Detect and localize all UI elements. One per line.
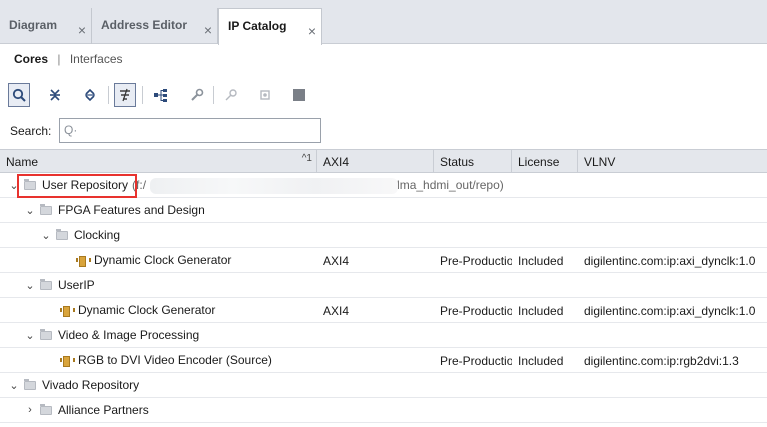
row-vlnv: digilentinc.com:ip:rgb2dvi:1.3 — [584, 354, 739, 368]
ip-core-icon — [76, 255, 91, 267]
search-toggle-button[interactable] — [8, 83, 30, 107]
row-name: Video & Image Processing — [58, 328, 200, 342]
search-label: Search: — [10, 124, 52, 138]
table-row[interactable]: RGB to DVI Video Encoder (Source) Pre-Pr… — [0, 348, 767, 373]
chevron-down-icon[interactable]: ⌄ — [22, 204, 38, 217]
sort-ascending-icon: ^1 — [301, 153, 312, 164]
toolbar-divider — [213, 86, 214, 104]
row-status: Pre-Production — [440, 354, 512, 368]
tab-address-editor[interactable]: Address Editor × — [92, 8, 218, 44]
search-input[interactable] — [78, 122, 314, 139]
redacted-path-blur — [150, 178, 398, 194]
ip-core-icon — [60, 355, 75, 367]
chevron-down-icon[interactable]: ⌄ — [6, 379, 22, 392]
row-name: Clocking — [74, 228, 121, 242]
highlight-box — [17, 174, 137, 198]
close-icon[interactable]: × — [308, 23, 316, 39]
table-row[interactable]: Dynamic Clock Generator AXI4 Pre-Product… — [0, 298, 767, 323]
wrench-icon — [191, 88, 204, 101]
customize-ip-button[interactable] — [186, 83, 208, 107]
column-header-label: Name — [6, 155, 39, 169]
search-icon — [12, 88, 26, 102]
column-header-vlnv[interactable]: VLNV — [578, 150, 767, 172]
folder-icon — [56, 228, 68, 240]
expand-all-button[interactable] — [79, 83, 101, 107]
search-icon: Q· — [64, 123, 78, 137]
folder-icon — [40, 203, 52, 215]
folder-icon — [40, 278, 52, 290]
repo-path-suffix: vdma_hdmi_out/repo) — [387, 178, 504, 192]
tab-diagram[interactable]: Diagram × — [0, 8, 92, 44]
stop-icon — [293, 89, 305, 101]
tab-ip-catalog[interactable]: IP Catalog × — [218, 8, 322, 45]
table-row[interactable]: Dynamic Clock Generator AXI4 Pre-Product… — [0, 248, 767, 273]
row-vlnv: digilentinc.com:ip:axi_dynclk:1.0 — [584, 254, 756, 268]
table-row[interactable]: › Alliance Partners — [0, 398, 767, 423]
row-license: Included — [518, 354, 564, 368]
row-name: Vivado Repository — [42, 378, 140, 392]
toolbar-divider — [142, 86, 143, 104]
filter-icon — [120, 88, 130, 102]
catalog-toolbar — [6, 83, 326, 107]
table-row[interactable]: ⌄ Clocking — [0, 223, 767, 248]
tab-label: Diagram — [9, 18, 58, 32]
column-header-axi4[interactable]: AXI4 — [317, 150, 434, 172]
row-name: Dynamic Clock Generator — [94, 253, 232, 267]
table-header: Name ^1 AXI4 Status License VLNV — [0, 149, 767, 173]
folder-icon — [24, 378, 36, 390]
folder-icon — [40, 328, 52, 340]
row-name: Dynamic Clock Generator — [78, 303, 216, 317]
hierarchy-button[interactable] — [150, 83, 172, 107]
row-name: RGB to DVI Video Encoder (Source) — [78, 353, 272, 367]
row-name: UserIP — [58, 278, 95, 292]
column-header-status[interactable]: Status — [434, 150, 512, 172]
search-field[interactable]: Q· — [59, 118, 321, 143]
row-axi4: AXI4 — [323, 254, 350, 268]
subtab-cores[interactable]: Cores — [14, 52, 48, 66]
column-header-license[interactable]: License — [512, 150, 578, 172]
subtab-separator: | — [57, 52, 61, 66]
toolbar-divider — [108, 86, 109, 104]
chip-settings-icon — [260, 90, 270, 100]
row-license: Included — [518, 304, 564, 318]
hierarchy-icon — [154, 89, 167, 102]
row-status: Pre-Production — [440, 254, 512, 268]
row-vlnv: digilentinc.com:ip:axi_dynclk:1.0 — [584, 304, 756, 318]
tab-label: IP Catalog — [228, 19, 287, 33]
tab-label: Address Editor — [101, 18, 188, 32]
collapse-all-icon — [50, 89, 60, 101]
folder-icon — [40, 403, 52, 415]
row-axi4: AXI4 — [323, 304, 350, 318]
ip-settings-button[interactable] — [254, 83, 276, 107]
table-row[interactable]: ⌄ Video & Image Processing — [0, 323, 767, 348]
filter-button[interactable] — [114, 83, 136, 107]
row-name: Alliance Partners — [58, 403, 149, 417]
close-icon[interactable]: × — [78, 22, 86, 38]
table-row[interactable]: ⌄ UserIP — [0, 273, 767, 298]
chevron-down-icon[interactable]: ⌄ — [38, 229, 54, 242]
column-header-name[interactable]: Name ^1 — [0, 150, 317, 172]
license-button[interactable] — [220, 83, 242, 107]
expand-all-icon — [85, 88, 95, 102]
table-row[interactable]: ⌄ FPGA Features and Design — [0, 198, 767, 223]
ip-core-icon — [60, 305, 75, 317]
catalog-view-switcher: Cores | Interfaces — [14, 52, 123, 66]
row-license: Included — [518, 254, 564, 268]
row-name: FPGA Features and Design — [58, 203, 205, 217]
key-icon — [225, 89, 237, 101]
editor-tab-bar: Diagram × Address Editor × IP Catalog × — [0, 0, 767, 45]
chevron-right-icon[interactable]: › — [22, 404, 38, 416]
close-icon[interactable]: × — [204, 22, 212, 38]
collapse-all-button[interactable] — [44, 83, 66, 107]
chevron-down-icon[interactable]: ⌄ — [22, 279, 38, 292]
subtab-interfaces[interactable]: Interfaces — [70, 52, 123, 66]
chevron-down-icon[interactable]: ⌄ — [22, 329, 38, 342]
table-row[interactable]: ⌄ Vivado Repository — [0, 373, 767, 398]
stop-button[interactable] — [288, 83, 310, 107]
row-status: Pre-Production — [440, 304, 512, 318]
